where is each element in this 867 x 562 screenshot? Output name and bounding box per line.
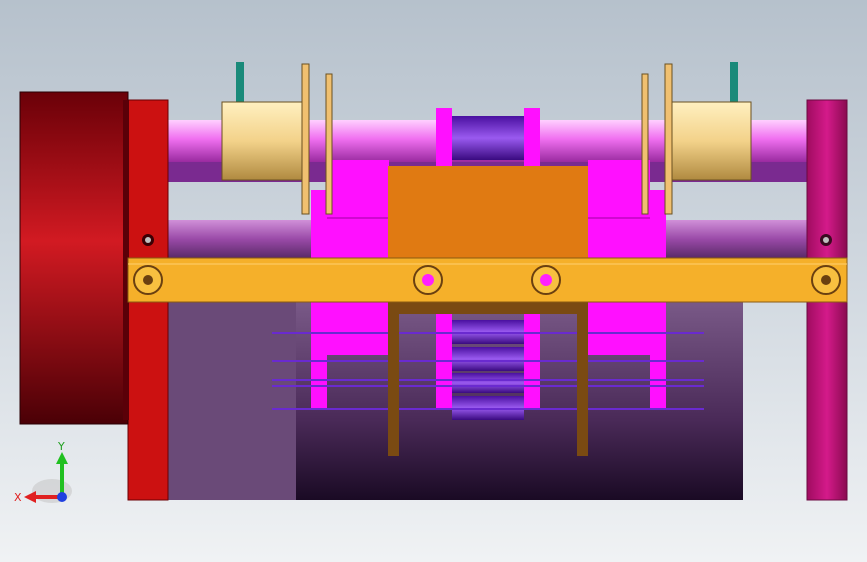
teal-posts [236, 62, 738, 104]
graphics-viewport[interactable]: X Y [0, 0, 867, 562]
motor[interactable] [19, 91, 129, 425]
cross-beam[interactable] [127, 257, 848, 303]
x-axis-label: X [14, 491, 22, 504]
model-view[interactable]: X Y [0, 0, 867, 562]
z-axis-dot [57, 492, 67, 502]
coordinate-triad: X Y [14, 440, 72, 504]
x-axis-arrowhead [24, 491, 36, 503]
y-axis-arrowhead [56, 452, 68, 464]
center-block[interactable] [388, 166, 588, 260]
y-axis-label: Y [57, 440, 65, 453]
